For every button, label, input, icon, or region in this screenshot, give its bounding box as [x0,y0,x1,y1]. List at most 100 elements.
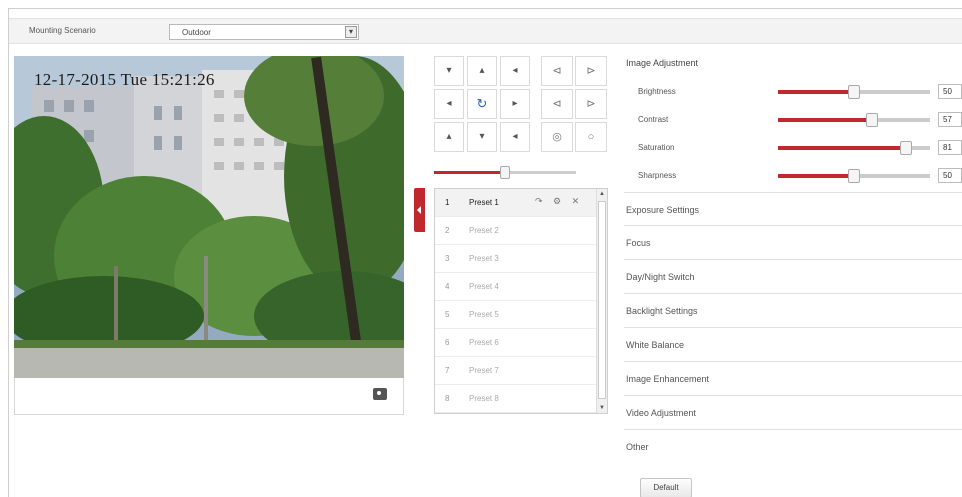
section-title: Focus [626,238,651,248]
sharpness-row: Sharpness 50 [624,162,962,190]
section-title: Exposure Settings [626,205,700,215]
zoom-in-button[interactable]: ⊲ [541,56,573,86]
sharpness-value[interactable]: 50 [938,168,962,183]
zoom-out-button[interactable]: ⊳ [575,56,607,86]
ptz-right-button[interactable]: ▸ [500,89,530,119]
mounting-scenario-label: Mounting Scenario [29,26,96,35]
preset-name: Preset 3 [469,254,499,263]
default-button[interactable]: Default [640,478,692,497]
live-video-view[interactable]: 12-17-2015 Tue 15:21:26 [14,56,404,378]
contrast-label: Contrast [638,115,669,124]
arrow-down-left-icon: ▴ [446,131,452,142]
iris-open-button[interactable]: ◎ [541,122,573,152]
iris-close-button[interactable]: ○ [575,122,607,152]
zoom-out-icon: ⊳ [586,65,596,77]
preset-row[interactable]: 3 Preset 3 [435,245,597,273]
image-adjustment-header[interactable]: Image Adjustment [624,46,962,78]
image-adjustment-title: Image Adjustment [626,58,699,68]
preset-name: Preset 1 [469,198,499,207]
preset-row[interactable]: 2 Preset 2 [435,217,597,245]
ptz-up-right-button[interactable]: ◂ [500,56,530,86]
ptz-speed-slider[interactable] [434,166,576,179]
focus-far-icon: ⊳ [586,98,596,110]
camera-capture-icon[interactable] [373,388,387,400]
preset-row[interactable]: 4 Preset 4 [435,273,597,301]
section-title: Backlight Settings [626,306,698,316]
contrast-slider[interactable] [778,113,930,127]
saturation-handle[interactable] [899,141,912,155]
contrast-value[interactable]: 57 [938,112,962,127]
preset-name: Preset 2 [469,226,499,235]
preset-name: Preset 7 [469,366,499,375]
ptz-down-button[interactable]: ▾ [467,122,497,152]
brightness-row: Brightness 50 [624,78,962,106]
section-day-night-switch[interactable]: Day/Night Switch [624,260,962,294]
saturation-row: Saturation 81 [624,134,962,162]
brightness-handle[interactable] [848,85,860,99]
brightness-label: Brightness [638,87,676,96]
ptz-up-left-button[interactable]: ▾ [434,56,464,86]
section-title: Other [626,442,649,452]
section-title: Day/Night Switch [626,272,695,282]
arrow-up-icon: ▴ [479,65,485,76]
sharpness-fill [778,174,854,178]
scroll-up-icon[interactable]: ▲ [597,189,607,199]
ptz-speed-handle[interactable] [500,166,510,179]
iris-close-icon: ○ [587,131,595,143]
preset-row[interactable]: 6 Preset 6 [435,329,597,357]
ptz-up-button[interactable]: ▴ [467,56,497,86]
scroll-down-icon[interactable]: ▼ [597,403,607,413]
preset-row[interactable]: 7 Preset 7 [435,357,597,385]
ptz-direction-pad: ▾ ▴ ◂ ◂ ↻ ▸ ▴ ▾ ◂ [434,56,530,152]
preset-number: 8 [445,394,450,403]
focus-near-button[interactable]: ⊲ [541,89,573,119]
dropdown-arrow-icon[interactable]: ▾ [345,26,357,38]
section-video-adjustment[interactable]: Video Adjustment [624,396,962,430]
section-backlight-settings[interactable]: Backlight Settings [624,294,962,328]
section-exposure-settings[interactable]: Exposure Settings [624,192,962,226]
mounting-scenario-select[interactable]: Outdoor ▾ [169,24,359,40]
preset-name: Preset 4 [469,282,499,291]
ptz-down-left-button[interactable]: ▴ [434,122,464,152]
preset-row[interactable]: 8 Preset 8 [435,385,597,413]
sharpness-slider[interactable] [778,169,930,183]
saturation-value[interactable]: 81 [938,140,962,155]
panel-collapse-handle[interactable] [414,188,425,232]
arrow-right-icon: ▸ [512,98,518,109]
section-title: Image Enhancement [626,374,710,384]
mounting-scenario-value: Outdoor [182,28,211,37]
arrow-left-icon: ◂ [446,98,452,109]
preset-number: 2 [445,226,450,235]
section-image-enhancement[interactable]: Image Enhancement [624,362,962,396]
arrow-down-icon: ▾ [479,131,485,142]
preset-list: 1 Preset 1 ↷ ⚙ ✕ 2 Preset 2 3 Preset 3 4… [434,188,608,414]
contrast-row: Contrast 57 [624,106,962,134]
preset-number: 5 [445,310,450,319]
preset-row[interactable]: 5 Preset 5 [435,301,597,329]
preset-scrollbar[interactable]: ▲ ▼ [596,189,607,413]
saturation-slider[interactable] [778,141,930,155]
contrast-handle[interactable] [866,113,879,127]
lens-controls: ⊲ ⊳ ⊲ ⊳ ◎ ○ [541,56,607,152]
ptz-down-right-button[interactable]: ◂ [500,122,530,152]
arrow-up-right-icon: ◂ [512,65,518,76]
focus-far-button[interactable]: ⊳ [575,89,607,119]
preset-row[interactable]: 1 Preset 1 ↷ ⚙ ✕ [435,189,597,217]
preset-number: 4 [445,282,450,291]
section-white-balance[interactable]: White Balance [624,328,962,362]
preset-call-set-delete-icons[interactable]: ↷ ⚙ ✕ [535,196,583,207]
brightness-value[interactable]: 50 [938,84,962,99]
ptz-auto-scan-button[interactable]: ↻ [467,89,497,119]
video-osd-timestamp: 12-17-2015 Tue 15:21:26 [34,70,215,89]
scrollbar-thumb[interactable] [598,201,606,399]
focus-near-icon: ⊲ [552,98,562,110]
sharpness-handle[interactable] [848,169,860,183]
iris-open-icon: ◎ [552,131,562,143]
brightness-fill [778,90,854,94]
section-title: Video Adjustment [626,408,696,418]
section-other[interactable]: Other [624,430,962,464]
ptz-left-button[interactable]: ◂ [434,89,464,119]
arrow-up-left-icon: ▾ [446,65,452,76]
section-focus[interactable]: Focus [624,226,962,260]
brightness-slider[interactable] [778,85,930,99]
